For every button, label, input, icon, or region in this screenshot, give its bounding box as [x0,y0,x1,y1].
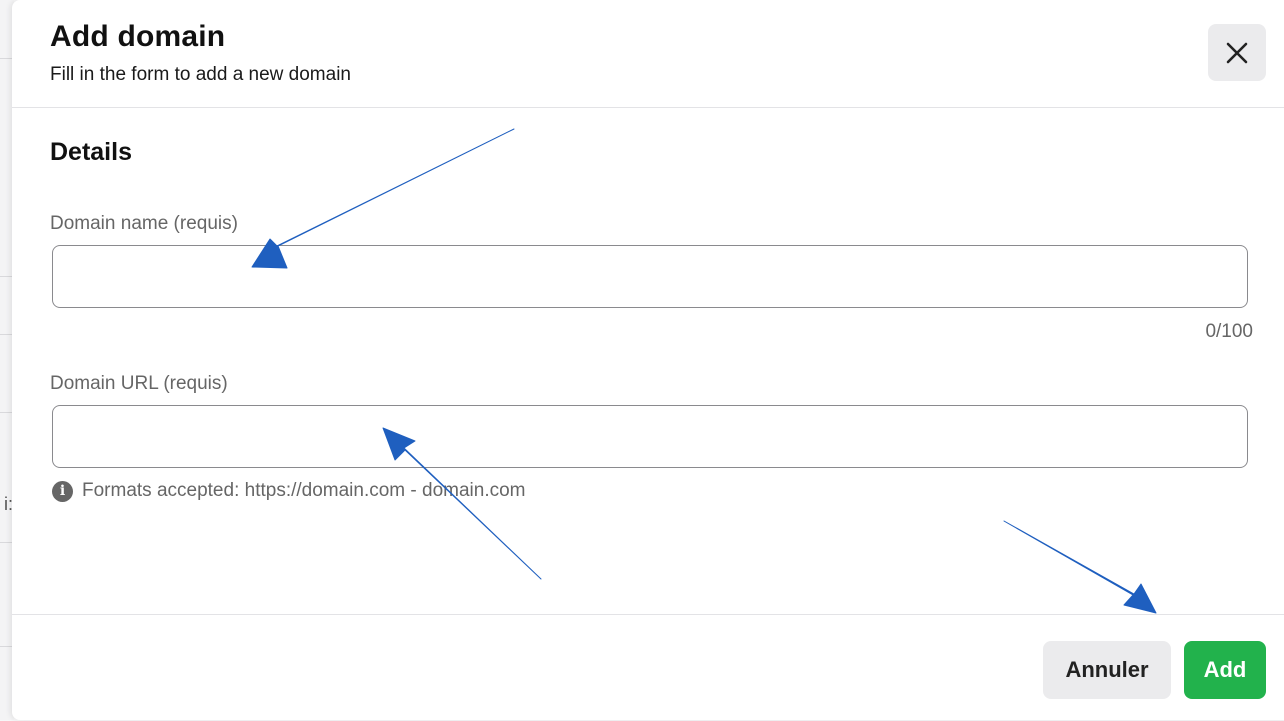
dialog-header: Add domain Fill in the form to add a new… [12,0,1284,108]
background-divider [0,334,12,335]
domain-url-hint: i Formats accepted: https://domain.com -… [52,480,526,502]
dialog-footer: Annuler Add [12,614,1284,721]
dialog-subtitle: Fill in the form to add a new domain [50,64,351,85]
close-button[interactable] [1208,24,1266,81]
background-divider [0,58,12,59]
cancel-button[interactable]: Annuler [1043,641,1171,699]
dialog-title: Add domain [50,20,226,53]
background-divider [0,276,12,277]
character-counter: 0/100 [1205,321,1253,342]
background-divider [0,412,12,413]
domain-name-input[interactable] [52,245,1248,308]
add-button[interactable]: Add [1184,641,1266,699]
add-domain-dialog: Add domain Fill in the form to add a new… [12,0,1284,720]
info-icon: i [52,480,73,502]
domain-url-label: Domain URL (requis) [50,373,228,394]
background-divider [0,542,12,543]
section-title-details: Details [50,138,132,166]
domain-url-input[interactable] [52,405,1248,468]
domain-name-label: Domain name (requis) [50,213,238,234]
close-icon [1226,42,1248,63]
domain-url-hint-text: Formats accepted: https://domain.com - d… [82,480,526,501]
background-divider [0,646,12,647]
